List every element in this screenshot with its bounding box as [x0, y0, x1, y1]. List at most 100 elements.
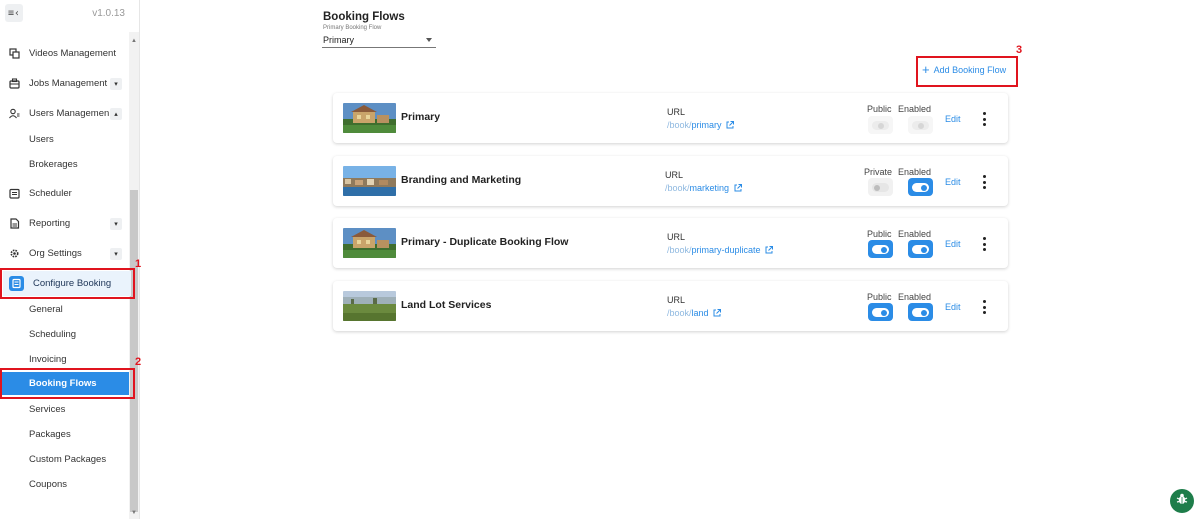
report-icon	[9, 218, 20, 229]
enabled-label: Enabled	[898, 167, 932, 177]
sidebar-item-label: Org Settings	[29, 248, 82, 259]
url-label: URL	[667, 107, 686, 117]
visibility-toggle[interactable]	[868, 116, 893, 134]
briefcase-icon	[9, 78, 20, 89]
sidebar-item-label: Videos Management	[29, 48, 116, 59]
flow-name: Branding and Marketing	[401, 174, 522, 186]
sidebar-item-reporting[interactable]: Reporting ▾	[0, 211, 130, 236]
chevron-down-icon[interactable]: ▾	[110, 77, 122, 90]
enabled-toggle[interactable]	[908, 116, 933, 134]
users-icon	[9, 108, 20, 119]
external-link-icon	[713, 309, 722, 317]
page-title: Booking Flows	[323, 11, 405, 23]
add-booking-flow-button[interactable]: + Add Booking Flow	[922, 63, 1006, 76]
sidebar-item-scheduler[interactable]: Scheduler	[0, 181, 130, 206]
sidebar-subitem-invoicing[interactable]: Invoicing	[29, 354, 67, 365]
gear-icon	[9, 248, 20, 259]
flow-url-link[interactable]: /book/primary-duplicate	[667, 245, 774, 255]
flow-thumbnail-image	[343, 291, 396, 321]
bug-icon	[1175, 492, 1189, 511]
edit-link[interactable]: Edit	[945, 239, 961, 249]
flow-name: Land Lot Services	[401, 299, 492, 311]
sidebar-subitem-packages[interactable]: Packages	[29, 429, 71, 440]
edit-link[interactable]: Edit	[945, 302, 961, 312]
sidebar-subitem-custom-packages[interactable]: Custom Packages	[29, 454, 106, 465]
chevron-down-icon[interactable]: ▾	[110, 217, 122, 230]
url-prefix: /book/	[667, 245, 692, 255]
sidebar: ≡‹ v1.0.13 ▲ ▼ Videos Management Jobs Ma…	[0, 0, 140, 519]
url-slug: primary	[691, 120, 722, 130]
sidebar-subitem-general[interactable]: General	[29, 304, 63, 315]
url-slug: marketing	[689, 183, 730, 193]
booking-flow-card-land: Land Lot Services URL /book/land Public …	[333, 281, 1008, 331]
booking-flow-card-marketing: Branding and Marketing URL /book/marketi…	[333, 156, 1008, 206]
chevron-down-icon[interactable]: ▾	[110, 247, 122, 260]
visibility-label: Private	[864, 167, 893, 177]
caret-down-icon	[426, 38, 432, 42]
more-options-icon[interactable]	[981, 112, 987, 126]
bug-report-button[interactable]	[1170, 489, 1194, 513]
add-booking-flow-label: Add Booking Flow	[933, 64, 1007, 75]
url-prefix: /book/	[667, 120, 692, 130]
booking-flow-card-primary-duplicate: Primary - Duplicate Booking Flow URL /bo…	[333, 218, 1008, 268]
enabled-toggle[interactable]	[908, 303, 933, 321]
video-library-icon	[9, 48, 20, 59]
plus-icon: +	[922, 62, 930, 77]
more-options-icon[interactable]	[981, 300, 987, 314]
collapse-sidebar-button[interactable]: ≡‹	[5, 4, 23, 22]
sidebar-header: ≡‹ v1.0.13	[0, 0, 140, 30]
primary-flow-select[interactable]: Primary	[322, 33, 436, 48]
edit-link[interactable]: Edit	[945, 114, 961, 124]
flow-thumbnail-image	[343, 103, 396, 133]
edit-link[interactable]: Edit	[945, 177, 961, 187]
url-label: URL	[667, 295, 686, 305]
flow-name: Primary	[401, 111, 441, 123]
flow-name: Primary - Duplicate Booking Flow	[401, 236, 569, 248]
visibility-toggle[interactable]	[868, 240, 893, 258]
url-slug: land	[691, 308, 709, 318]
sidebar-item-videos-management[interactable]: Videos Management	[0, 41, 130, 66]
sidebar-subitem-brokerages[interactable]: Brokerages	[29, 159, 78, 170]
scroll-down-icon[interactable]: ▼	[131, 510, 137, 516]
flow-thumbnail-image	[343, 166, 396, 196]
primary-flow-select-label: Primary Booking Flow	[323, 25, 382, 31]
flow-url-link[interactable]: /book/land	[667, 308, 722, 318]
sidebar-item-label: Jobs Management	[29, 78, 108, 89]
scroll-up-icon[interactable]: ▲	[131, 38, 137, 44]
external-link-icon	[726, 121, 735, 129]
booking-flow-card-primary: Primary URL /book/primary Public Enabled…	[333, 93, 1008, 143]
sidebar-item-users-management[interactable]: Users Managemen ▴	[0, 101, 130, 126]
calendar-icon	[9, 188, 20, 199]
flow-url-link[interactable]: /book/marketing	[665, 183, 742, 193]
visibility-toggle[interactable]	[868, 178, 893, 196]
more-options-icon[interactable]	[981, 175, 987, 189]
collapse-icon: ≡‹	[7, 7, 21, 19]
sidebar-subitem-services[interactable]: Services	[29, 404, 65, 415]
visibility-toggle[interactable]	[868, 303, 893, 321]
enabled-toggle[interactable]	[908, 178, 933, 196]
external-link-icon	[734, 184, 742, 192]
sidebar-item-label: Reporting	[29, 218, 71, 229]
app-version: v1.0.13	[92, 8, 125, 19]
url-label: URL	[667, 232, 686, 242]
sidebar-item-jobs-management[interactable]: Jobs Management ▾	[0, 71, 130, 96]
sidebar-subitem-scheduling[interactable]: Scheduling	[29, 329, 76, 340]
sidebar-subitem-users[interactable]: Users	[29, 134, 54, 145]
annotation-number-3: 3	[1016, 44, 1023, 56]
annotation-number-1: 1	[135, 258, 142, 270]
visibility-label: Public	[867, 104, 892, 114]
enabled-label: Enabled	[898, 292, 932, 302]
primary-flow-select-value: Primary	[323, 35, 354, 45]
sidebar-item-org-settings[interactable]: Org Settings ▾	[0, 241, 130, 266]
sidebar-item-label: Scheduler	[29, 188, 72, 199]
more-options-icon[interactable]	[981, 237, 987, 251]
flow-url-link[interactable]: /book/primary	[667, 120, 735, 130]
enabled-toggle[interactable]	[908, 240, 933, 258]
scrollbar-thumb[interactable]	[130, 190, 138, 512]
url-slug: primary-duplicate	[691, 245, 761, 255]
annotation-number-2: 2	[135, 356, 142, 368]
chevron-up-icon[interactable]: ▴	[110, 107, 122, 120]
visibility-label: Public	[867, 292, 892, 302]
url-label: URL	[665, 170, 684, 180]
sidebar-subitem-coupons[interactable]: Coupons	[29, 479, 67, 490]
